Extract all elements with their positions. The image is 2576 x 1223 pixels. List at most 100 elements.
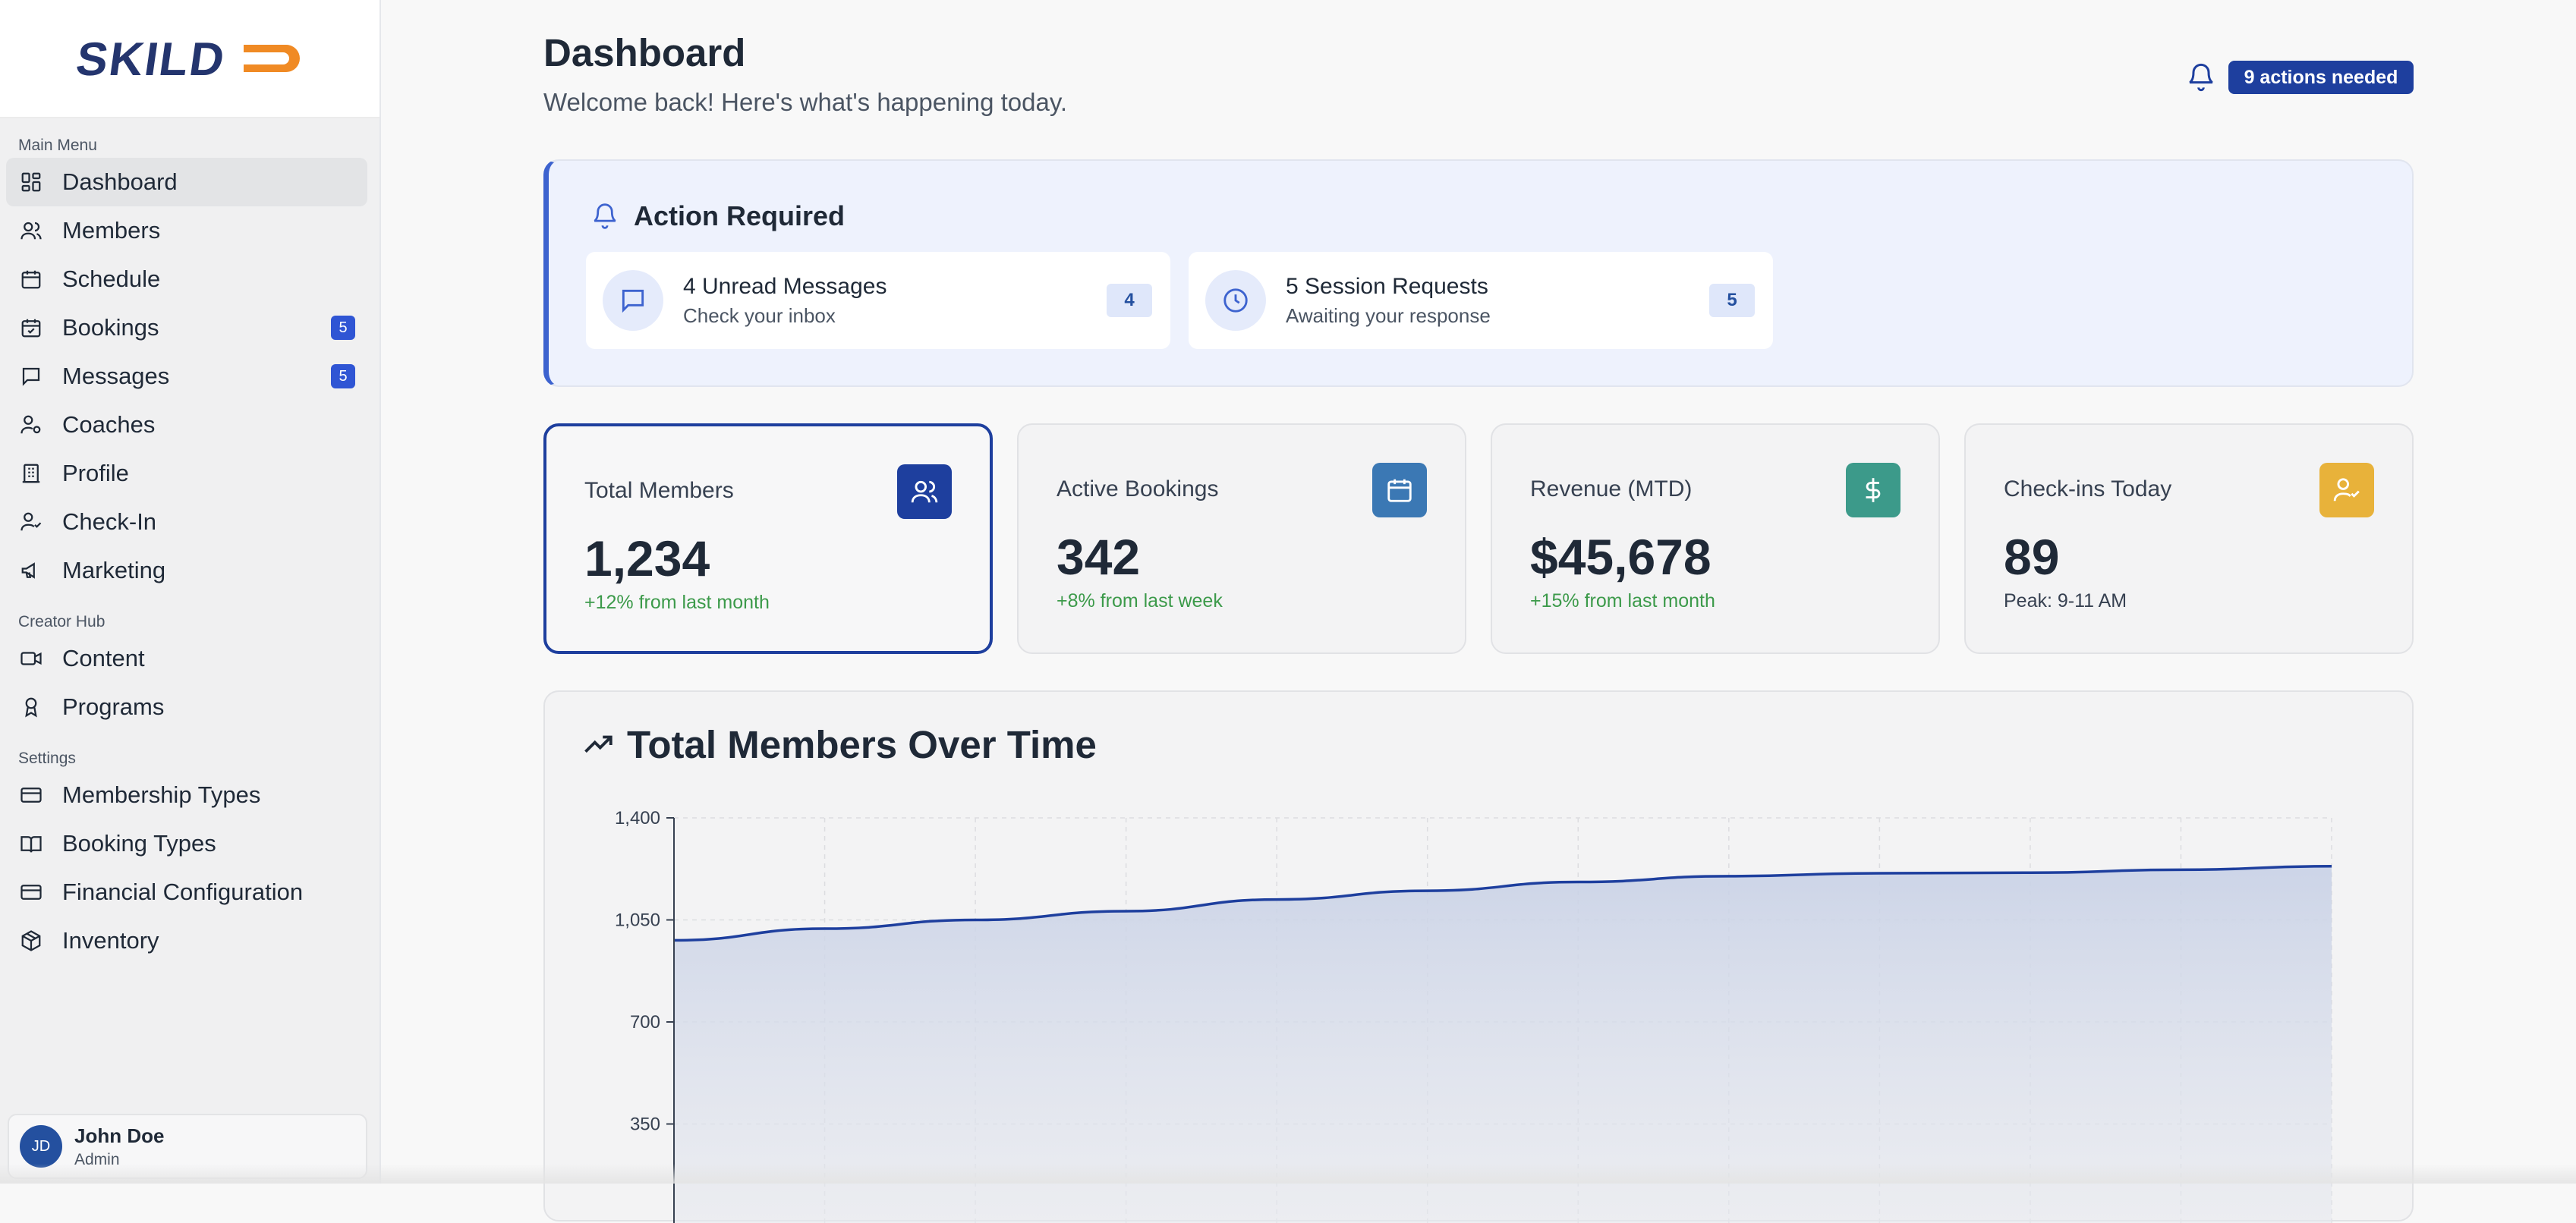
sidebar-item-label: Financial Configuration (62, 879, 304, 905)
sidebar-item-dashboard[interactable]: Dashboard (6, 158, 367, 206)
calendar-check-icon (20, 316, 43, 339)
sidebar-item-marketing[interactable]: Marketing (6, 546, 367, 595)
sidebar-item-members[interactable]: Members (6, 206, 367, 255)
notification-bell-icon[interactable] (2186, 61, 2216, 94)
sidebar-item-check-in[interactable]: Check-In (6, 498, 367, 546)
action-required-title: Action Required (634, 200, 846, 231)
stat-value: 89 (2004, 529, 2060, 585)
calendar-icon (20, 268, 43, 291)
stat-label: Active Bookings (1057, 476, 1219, 501)
action-card-subtitle: Check your inbox (683, 303, 836, 327)
bell-icon (594, 203, 616, 229)
sidebar-item-label: Membership Types (62, 781, 261, 808)
sidebar-item-label: Bookings (62, 314, 159, 341)
sidebar-item-messages[interactable]: Messages 5 (6, 352, 367, 401)
stat-delta: +8% from last week (1057, 590, 1223, 612)
sidebar-item-label: Marketing (62, 557, 166, 583)
book-icon (20, 832, 43, 855)
action-card-count: 5 (1709, 284, 1755, 317)
award-icon (20, 696, 43, 718)
sidebar-item-inventory[interactable]: Inventory (6, 916, 367, 965)
card-icon (20, 784, 43, 806)
video-icon (20, 647, 43, 670)
sidebar-item-label: Members (62, 217, 161, 244)
stat-card-active-bookings[interactable]: Active Bookings 342 +8% from last week (1017, 423, 1466, 654)
message-icon (20, 365, 43, 388)
session-requests-card[interactable]: 5 Session Requests Awaiting your respons… (1189, 252, 1773, 349)
action-required-panel: Action Required 4 Unread Messages Check … (543, 159, 2414, 387)
sidebar: SKILD Main Menu Dashboard Members Schedu… (0, 0, 381, 1184)
building-icon (20, 462, 43, 485)
user-check-icon (20, 511, 43, 533)
user-name: John Doe (74, 1124, 165, 1147)
logo-text: SKILD (73, 37, 229, 80)
section-label-main-menu: Main Menu (18, 137, 97, 154)
sidebar-item-label: Content (62, 645, 145, 671)
stat-label: Revenue (MTD) (1530, 476, 1693, 501)
y-tick-label: 1,400 (615, 808, 660, 828)
messages-count-badge: 5 (331, 364, 355, 388)
calendar-icon (1372, 463, 1427, 517)
user-check-icon (2319, 463, 2374, 517)
sidebar-item-financial-configuration[interactable]: Financial Configuration (6, 868, 367, 916)
unread-messages-card[interactable]: 4 Unread Messages Check your inbox 4 (586, 252, 1170, 349)
action-card-count: 4 (1107, 284, 1152, 317)
stat-card-check-ins[interactable]: Check-ins Today 89 Peak: 9-11 AM (1964, 423, 2414, 654)
stat-card-total-members[interactable]: Total Members 1,234 +12% from last month (543, 423, 993, 654)
stat-delta: Peak: 9-11 AM (2004, 590, 2127, 612)
sidebar-item-label: Profile (62, 460, 129, 486)
section-label-settings: Settings (18, 750, 76, 767)
sidebar-item-label: Inventory (62, 927, 159, 954)
action-card-title: 4 Unread Messages (683, 273, 887, 299)
sidebar-item-programs[interactable]: Programs (6, 683, 367, 731)
card-icon (20, 881, 43, 904)
sidebar-item-booking-types[interactable]: Booking Types (6, 819, 367, 868)
stat-value: 342 (1057, 529, 1141, 585)
logo[interactable]: SKILD (0, 0, 379, 118)
bookings-count-badge: 5 (331, 316, 355, 340)
dollar-icon (1846, 463, 1901, 517)
avatar: JD (20, 1125, 62, 1168)
members-area-chart: 1,400 1,050 700 350 (615, 808, 2332, 1223)
stat-value: 1,234 (584, 530, 710, 586)
dashboard-icon (20, 171, 43, 193)
y-axis-ticks: 1,400 1,050 700 350 (615, 808, 674, 1135)
stat-label: Total Members (584, 478, 734, 503)
action-required-header: Action Required (590, 200, 845, 232)
clock-icon (1205, 270, 1266, 331)
sidebar-item-label: Booking Types (62, 830, 216, 857)
sidebar-item-schedule[interactable]: Schedule (6, 255, 367, 303)
sidebar-item-label: Programs (62, 693, 165, 720)
message-icon (603, 270, 663, 331)
sidebar-item-coaches[interactable]: Coaches (6, 401, 367, 449)
sidebar-item-label: Coaches (62, 411, 156, 438)
sidebar-item-label: Messages (62, 363, 170, 389)
page-subtitle: Welcome back! Here's what's happening to… (543, 88, 1068, 116)
sidebar-item-membership-types[interactable]: Membership Types (6, 771, 367, 819)
bottom-fade (0, 1164, 2576, 1184)
page-title: Dashboard (543, 31, 746, 74)
users-icon (20, 219, 43, 242)
sidebar-item-label: Schedule (62, 266, 161, 292)
y-tick-label: 1,050 (615, 910, 660, 931)
package-icon (20, 929, 43, 952)
y-tick-label: 700 (630, 1012, 660, 1033)
stat-card-revenue[interactable]: Revenue (MTD) $45,678 +15% from last mon… (1491, 423, 1940, 654)
stat-value: $45,678 (1530, 529, 1712, 585)
skild-logo-icon: SKILD (73, 37, 306, 80)
stat-delta: +12% from last month (584, 592, 770, 613)
actions-needed-badge[interactable]: 9 actions needed (2228, 61, 2414, 94)
users-icon (897, 464, 952, 519)
sidebar-item-label: Dashboard (62, 168, 178, 195)
y-tick-label: 350 (630, 1115, 660, 1135)
action-card-subtitle: Awaiting your response (1286, 303, 1491, 327)
action-card-title: 5 Session Requests (1286, 273, 1488, 299)
stat-label: Check-ins Today (2004, 476, 2172, 501)
section-label-creator-hub: Creator Hub (18, 613, 105, 630)
sidebar-item-profile[interactable]: Profile (6, 449, 367, 498)
sidebar-item-content[interactable]: Content (6, 634, 367, 683)
megaphone-icon (20, 559, 43, 582)
sidebar-item-bookings[interactable]: Bookings 5 (6, 303, 367, 352)
members-chart-card: Total Members Over Time 1,400 1,050 700 350 (543, 690, 2414, 1223)
stat-delta: +15% from last month (1530, 590, 1715, 612)
